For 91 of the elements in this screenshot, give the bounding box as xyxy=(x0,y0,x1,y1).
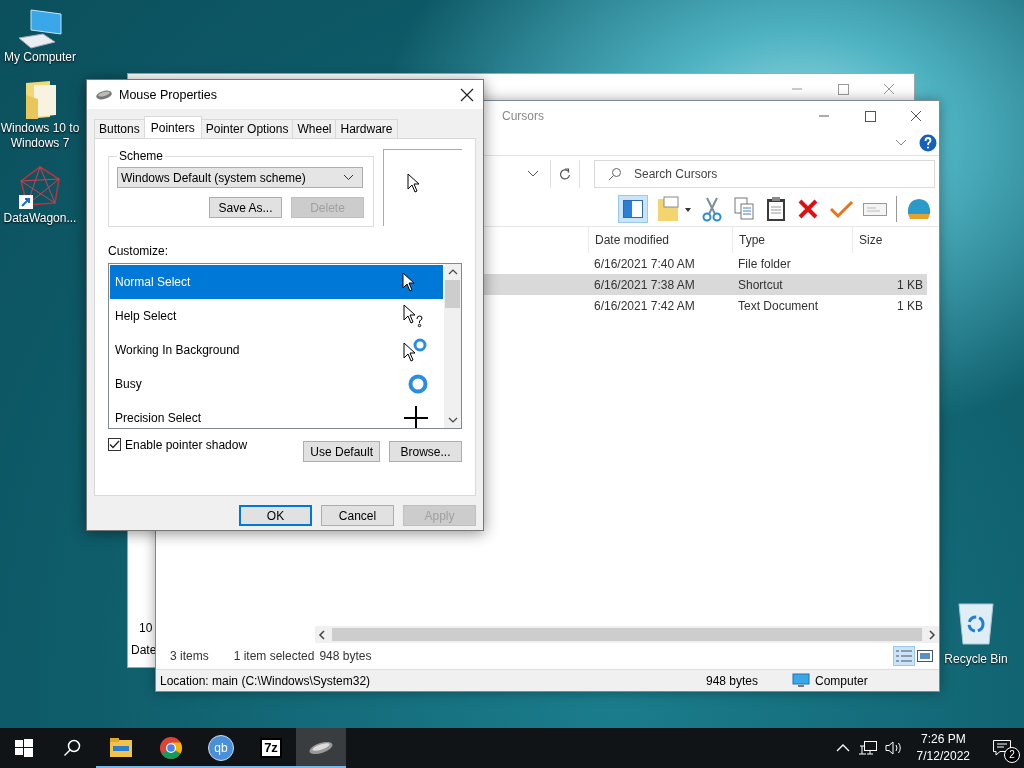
browser-icon xyxy=(159,736,183,760)
chevron-down-icon[interactable] xyxy=(895,139,907,147)
taskbar-app-button[interactable]: 7z xyxy=(246,728,296,768)
thumbnail-view-icon[interactable] xyxy=(915,648,935,664)
customize-label: Customize: xyxy=(108,244,170,258)
mouse-icon xyxy=(95,88,113,101)
pointer-list-item[interactable]: Working In Background xyxy=(110,333,443,367)
window-title: Cursors xyxy=(501,109,544,123)
vertical-scrollbar[interactable] xyxy=(444,264,461,428)
pointer-button[interactable]: Use Default xyxy=(303,441,380,462)
arrow-cursor-icon xyxy=(407,173,421,193)
busy-arrow-cursor-icon xyxy=(402,338,428,362)
network-icon[interactable] xyxy=(858,740,877,756)
file-row[interactable]: 6/16/2021 7:42 AM Text Document 1 KB xyxy=(481,295,927,316)
selection-count: 1 item selected xyxy=(233,649,315,663)
arrow-cursor-icon xyxy=(402,271,416,293)
search-field[interactable]: Search Cursors xyxy=(594,160,935,188)
table-cell-text: Shortcut xyxy=(737,277,784,292)
chevron-up-icon[interactable] xyxy=(834,743,851,753)
network-graph-icon xyxy=(17,165,63,211)
clipboard-icon[interactable] xyxy=(764,196,788,222)
table-cell-text: 10 xyxy=(139,620,153,637)
selection-size: 948 bytes xyxy=(319,649,372,663)
folder-icon xyxy=(109,737,133,759)
desktop-icon-label[interactable]: My Computer xyxy=(4,50,76,65)
size-text: 948 bytes xyxy=(706,673,760,688)
dialog-button[interactable]: Cancel xyxy=(321,505,394,526)
scrollbar-thumb[interactable] xyxy=(332,628,922,641)
pointer-list-item[interactable]: Help Select xyxy=(110,299,443,333)
pointer-list-item[interactable]: Busy xyxy=(110,367,443,401)
pointer-list-item[interactable]: Precision Select xyxy=(110,401,443,428)
details-view-icon xyxy=(895,649,913,663)
checkbox-label[interactable]: Enable pointer shadow xyxy=(125,437,248,452)
taskbar-app-button[interactable] xyxy=(296,728,346,768)
dialog-button[interactable]: OK xyxy=(239,505,312,526)
table-cell-text: File folder xyxy=(737,256,792,271)
column-header[interactable]: Type xyxy=(732,227,852,253)
desktop-icon-label[interactable]: Recycle Bin xyxy=(944,652,1008,667)
zone-text: Computer xyxy=(815,673,868,688)
table-cell-text: 1 KB xyxy=(896,277,924,292)
windows-logo-icon xyxy=(15,739,33,757)
computer-icon xyxy=(17,8,63,50)
speaker-icon[interactable] xyxy=(884,740,903,756)
scissors-icon[interactable] xyxy=(700,196,724,222)
column-header[interactable]: Size xyxy=(852,227,927,253)
search-icon xyxy=(608,167,622,181)
recycle-bin-icon xyxy=(956,602,996,646)
tab[interactable]: Hardware xyxy=(335,119,398,138)
table-cell-text: 6/16/2021 7:42 AM xyxy=(593,298,696,313)
notification-badge: 2 xyxy=(1004,747,1020,763)
clock-date: 7/12/2022 xyxy=(916,748,970,765)
pointer-list-item[interactable]: Normal Select xyxy=(110,265,443,299)
chevron-down-icon xyxy=(343,174,354,181)
column-header[interactable]: Date modified xyxy=(588,227,732,253)
tab[interactable]: Pointer Options xyxy=(200,119,294,138)
chevron-down-icon xyxy=(527,170,539,178)
group-label: Scheme xyxy=(118,149,165,163)
scroll-down-icon[interactable] xyxy=(447,416,458,424)
close-icon[interactable] xyxy=(460,87,474,102)
location-text: Location: main (C:\Windows\System32) xyxy=(160,673,372,688)
help-icon[interactable] xyxy=(919,134,937,152)
tab[interactable]: Pointers xyxy=(143,116,202,138)
pointer-button[interactable]: Browse... xyxy=(389,441,462,462)
search-icon xyxy=(63,739,81,757)
mouse-icon xyxy=(308,741,334,755)
clock[interactable]: 7:26 PM 7/12/2022 xyxy=(906,731,980,765)
table-cell-text: 6/16/2021 7:40 AM xyxy=(593,256,696,271)
desktop-icon-label[interactable]: DataWagon... xyxy=(3,211,77,226)
checkbox[interactable] xyxy=(108,438,121,451)
window-title: Mouse Properties xyxy=(119,87,217,102)
scheme-button[interactable]: Save As... xyxy=(209,197,282,218)
clock-time: 7:26 PM xyxy=(920,731,966,748)
computer-icon xyxy=(792,672,810,689)
item-count: 3 items xyxy=(170,649,209,663)
scheme-dropdown[interactable]: Windows Default (system scheme) xyxy=(117,167,363,188)
table-cell-text: 1 KB xyxy=(896,298,924,313)
tab[interactable]: Buttons xyxy=(94,119,145,138)
preview-pane-button[interactable] xyxy=(618,195,648,223)
file-row[interactable]: 6/16/2021 7:38 AM Shortcut 1 KB xyxy=(481,274,927,295)
desktop-icon-label[interactable]: Windows 10 to Windows 7 xyxy=(0,121,80,151)
scroll-up-icon[interactable] xyxy=(447,268,458,276)
table-cell-text: Date xyxy=(130,642,157,659)
refresh-icon xyxy=(559,168,571,180)
table-cell-text: 6/16/2021 7:38 AM xyxy=(593,277,696,292)
pane-icon xyxy=(622,199,644,219)
crosshair-icon xyxy=(402,405,428,428)
table-cell-text: Text Document xyxy=(737,298,820,313)
file-row[interactable]: 6/16/2021 7:40 AM File folder xyxy=(481,253,927,274)
action-center-button[interactable]: 2 xyxy=(980,728,1024,768)
scrollbar-thumb[interactable] xyxy=(445,280,460,308)
horizontal-scrollbar[interactable] xyxy=(315,626,939,643)
